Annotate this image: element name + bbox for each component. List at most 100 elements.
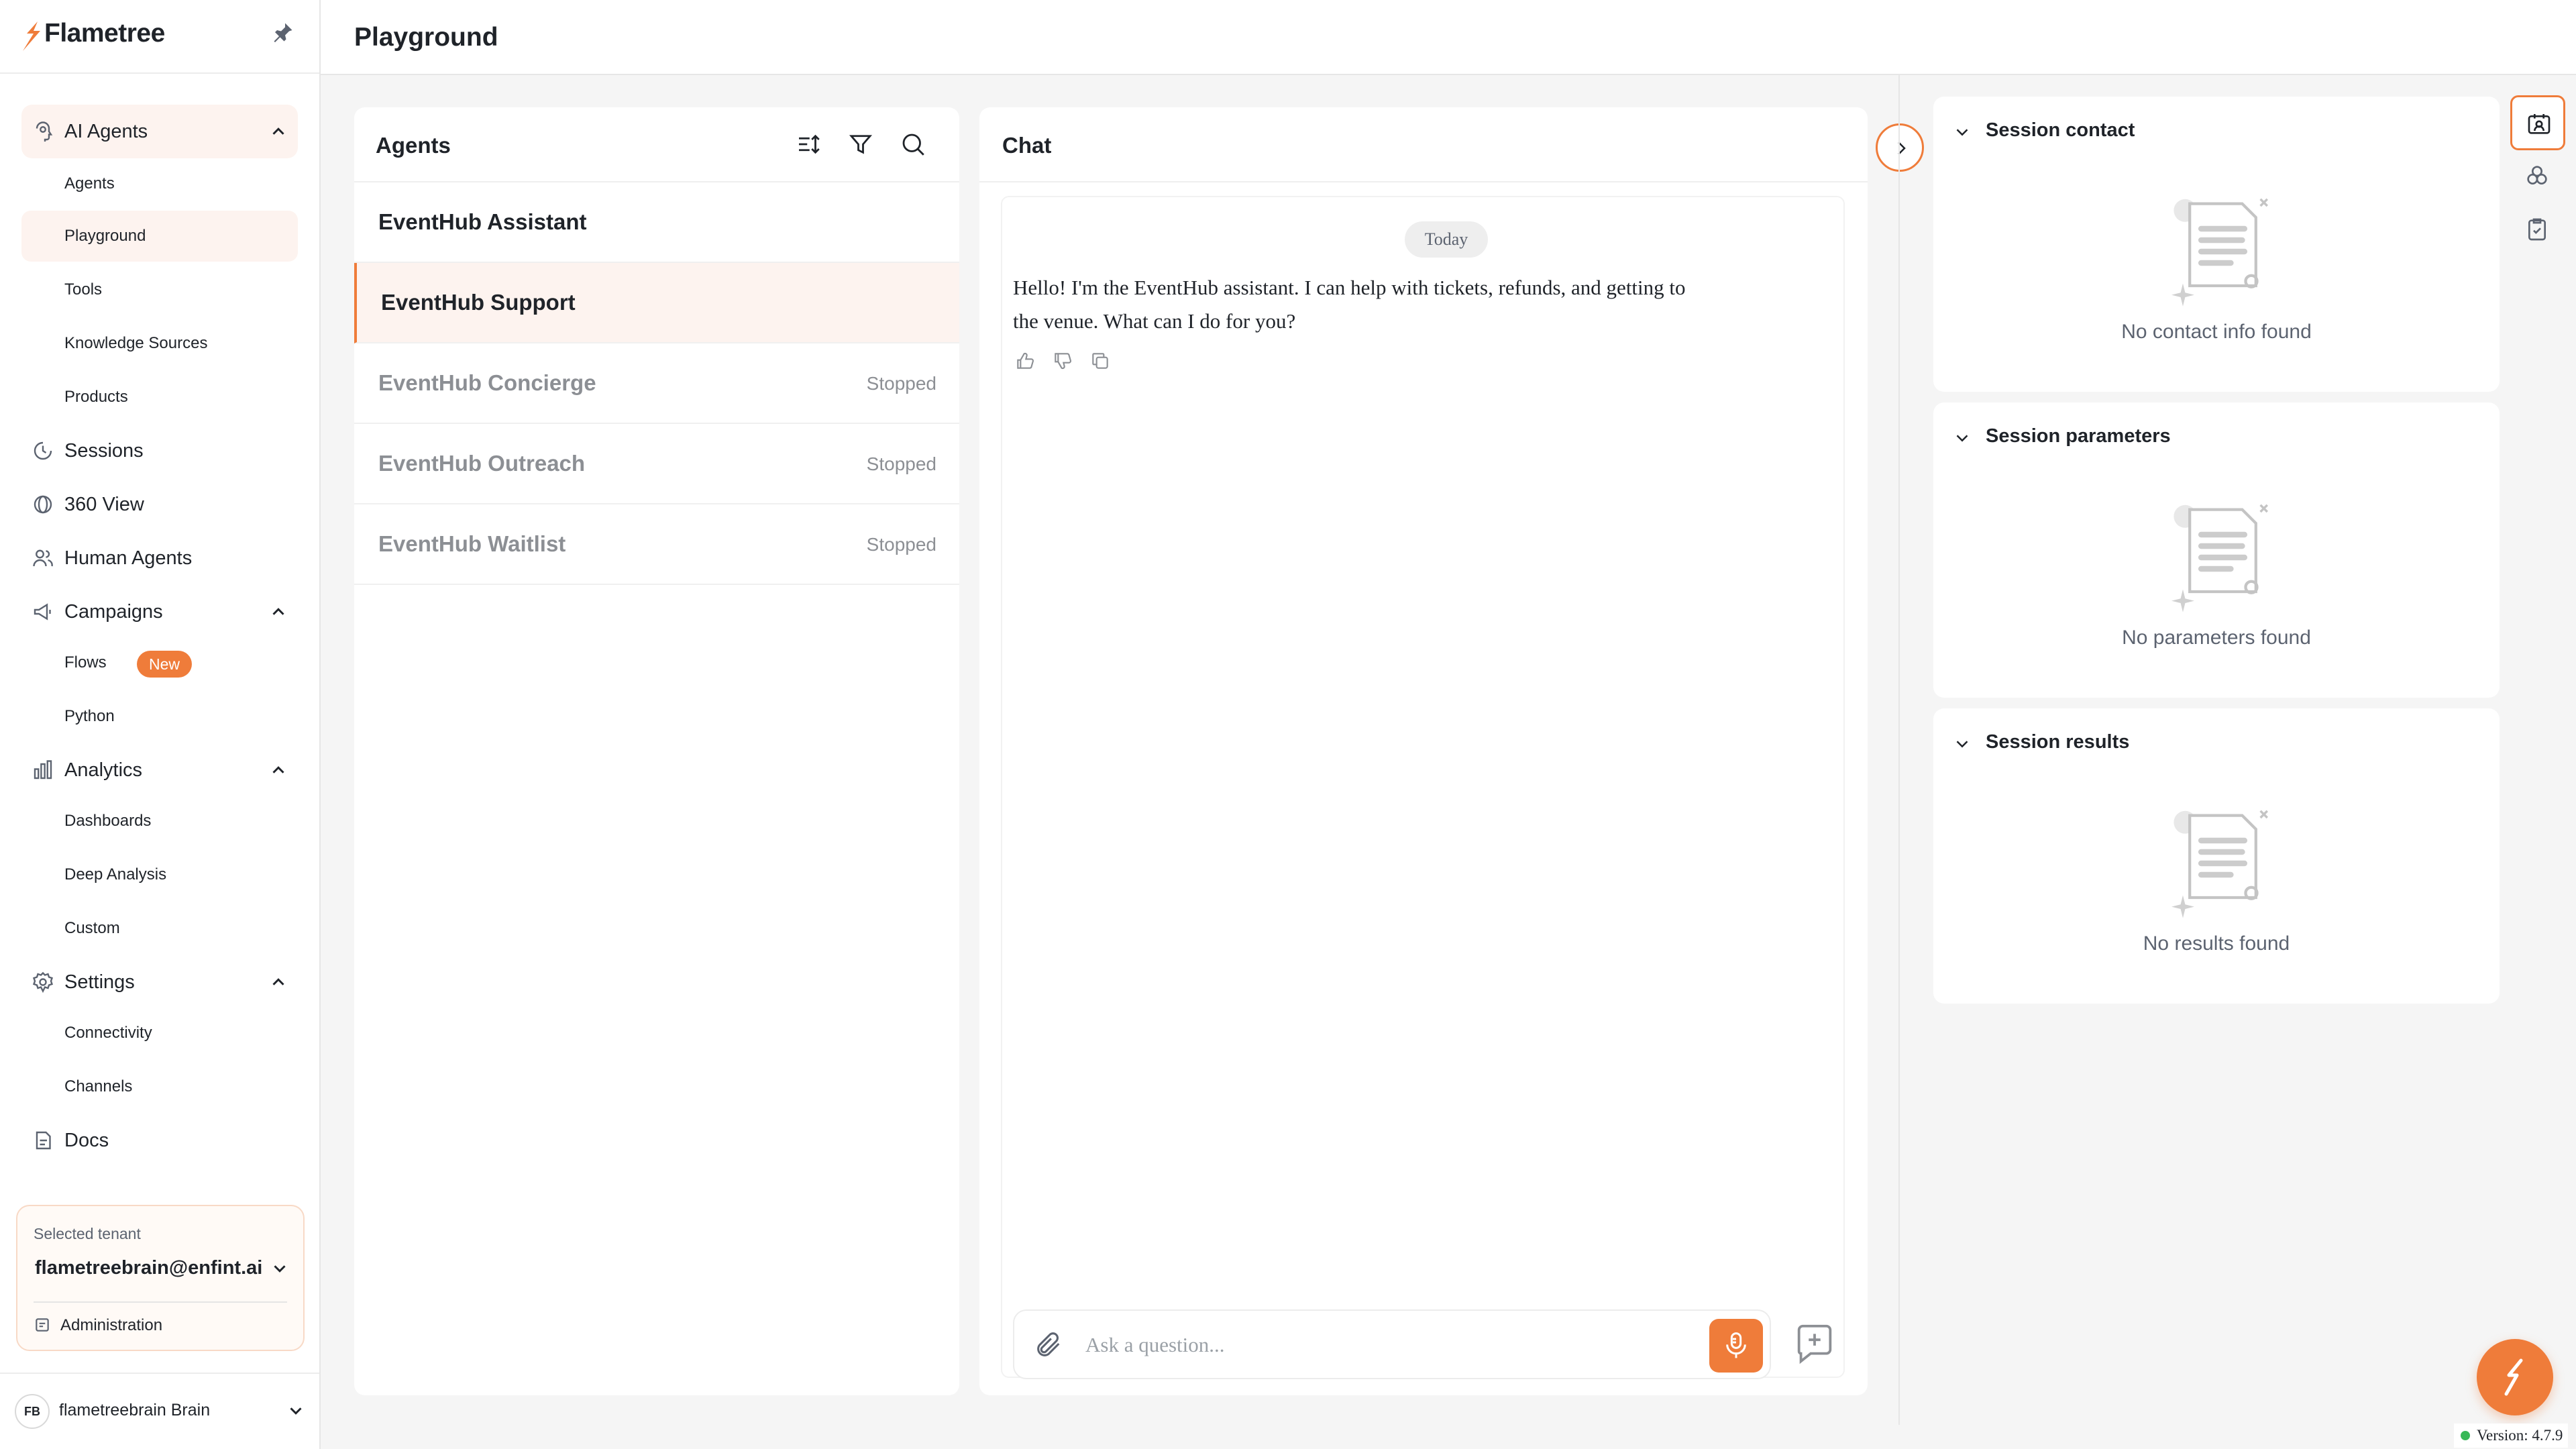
docs-icon xyxy=(36,1131,51,1150)
users-icon xyxy=(33,549,53,567)
agent-row[interactable]: EventHub Concierge Stopped xyxy=(354,343,959,424)
nav-label: AI Agents xyxy=(64,120,148,142)
version-text: Version: 4.7.9 xyxy=(2477,1427,2563,1444)
contact-card-icon xyxy=(2528,114,2551,134)
microphone-icon xyxy=(1726,1332,1746,1358)
chevron-up-icon[interactable] xyxy=(268,121,288,142)
search-icon[interactable] xyxy=(899,130,927,158)
flametree-logo-icon xyxy=(2504,1358,2523,1396)
pin-icon[interactable] xyxy=(271,20,295,44)
sidebar-item-python[interactable]: Python xyxy=(21,691,298,742)
nav-label: Sessions xyxy=(64,439,144,462)
sidebar-item-deep-analysis[interactable]: Deep Analysis xyxy=(21,849,298,900)
chat-header: Chat xyxy=(979,107,1868,182)
agent-name: EventHub Support xyxy=(381,290,576,315)
chevron-down-icon[interactable] xyxy=(1952,734,1972,754)
sub-label: Connectivity xyxy=(64,1024,152,1042)
chat-title: Chat xyxy=(1002,133,1052,158)
day-separator: Today xyxy=(1405,221,1488,258)
new-chat-icon[interactable] xyxy=(1791,1320,1838,1367)
chevron-up-icon[interactable] xyxy=(268,972,288,992)
sub-label: Playground xyxy=(64,227,146,245)
sidebar-item-agents[interactable]: Agents xyxy=(21,158,298,209)
app-logo-text: Flametree xyxy=(44,19,165,48)
tenant-caption: Selected tenant xyxy=(34,1225,141,1242)
agents-panel-title: Agents xyxy=(376,133,451,158)
chat-input[interactable] xyxy=(1085,1326,1656,1364)
megaphone-icon xyxy=(34,603,51,621)
sidebar-item-channels[interactable]: Channels xyxy=(21,1061,298,1112)
voice-input-button[interactable] xyxy=(1709,1319,1763,1373)
rail-parameters-button[interactable] xyxy=(2510,149,2565,204)
thumbs-up-icon[interactable] xyxy=(1014,350,1036,372)
tenant-selector[interactable]: Selected tenant flametreebrain@enfint.ai… xyxy=(16,1205,305,1351)
agent-row[interactable]: EventHub Waitlist Stopped xyxy=(354,504,959,585)
sidebar-item-tools[interactable]: Tools xyxy=(21,264,298,315)
chevron-down-icon[interactable] xyxy=(270,1258,290,1279)
sub-label: Python xyxy=(64,707,115,725)
session-parameters-card: Session parameters No parameters found xyxy=(1933,402,2500,698)
version-badge: Version: 4.7.9 xyxy=(2454,1424,2569,1448)
filter-icon[interactable] xyxy=(847,130,875,158)
nav-human-agents[interactable]: Human Agents xyxy=(21,531,298,585)
nav-settings[interactable]: Settings xyxy=(21,955,298,1009)
clock-icon xyxy=(34,441,52,460)
empty-state-text: No parameters found xyxy=(2122,627,2311,649)
agent-status: Stopped xyxy=(866,534,936,555)
tenant-name[interactable]: flametreebrain@enfint.ai xyxy=(35,1257,262,1279)
sidebar-item-dashboards[interactable]: Dashboards xyxy=(21,796,298,847)
sidebar-item-connectivity[interactable]: Connectivity xyxy=(21,1008,298,1059)
rail-results-button[interactable] xyxy=(2510,203,2565,258)
agent-row[interactable]: EventHub Outreach Stopped xyxy=(354,424,959,504)
copy-icon[interactable] xyxy=(1089,350,1111,372)
agent-row[interactable]: EventHub Assistant xyxy=(354,182,959,263)
sub-label: Flows xyxy=(64,653,107,672)
avatar: FB xyxy=(15,1394,50,1429)
status-dot xyxy=(2461,1431,2470,1440)
sidebar-item-playground[interactable]: Playground xyxy=(21,211,298,262)
card-title: Session results xyxy=(1986,731,2130,753)
chevron-down-icon[interactable] xyxy=(286,1401,306,1421)
sidebar-item-products[interactable]: Products xyxy=(21,372,298,423)
administration-link[interactable]: Administration xyxy=(60,1316,162,1335)
chevron-down-icon[interactable] xyxy=(1952,428,1972,448)
divider xyxy=(34,1301,287,1303)
bar-chart-icon xyxy=(34,760,52,780)
rail-contact-button[interactable] xyxy=(2510,95,2565,150)
sub-label: Channels xyxy=(64,1077,133,1095)
empty-state-text: No results found xyxy=(2143,932,2290,955)
nav-campaigns[interactable]: Campaigns xyxy=(21,585,298,639)
assistant-fab-button[interactable] xyxy=(2477,1339,2553,1415)
agent-name: EventHub Concierge xyxy=(378,370,596,395)
nav-ai-agents[interactable]: AI Agents xyxy=(21,105,298,158)
chat-thread[interactable]: Today Hello! I'm the EventHub assistant.… xyxy=(1001,196,1845,1379)
agents-panel-header: Agents xyxy=(354,107,959,182)
nav-analytics[interactable]: Analytics xyxy=(21,743,298,797)
paperclip-icon[interactable] xyxy=(1033,1330,1064,1360)
collapse-panel-button[interactable] xyxy=(1876,123,1924,172)
agent-name: EventHub Outreach xyxy=(378,451,586,476)
sub-label: Dashboards xyxy=(64,812,152,830)
chevron-up-icon[interactable] xyxy=(268,760,288,780)
nav-docs[interactable]: Docs xyxy=(21,1114,298,1167)
nav-label: Campaigns xyxy=(64,600,163,623)
chevron-down-icon[interactable] xyxy=(1952,122,1972,142)
chevron-up-icon[interactable] xyxy=(268,602,288,622)
sidebar: Flametree AI Agents Agents Playground To… xyxy=(0,0,321,1449)
sidebar-item-flows[interactable]: Flows New xyxy=(21,637,298,688)
nav-sessions[interactable]: Sessions xyxy=(21,424,298,478)
empty-state-text: No contact info found xyxy=(2121,321,2312,343)
sub-label: Tools xyxy=(64,280,103,299)
sidebar-item-knowledge-sources[interactable]: Knowledge Sources xyxy=(21,318,298,369)
page-header: Playground xyxy=(321,0,2576,75)
nav-360-view[interactable]: 360 View xyxy=(21,478,298,531)
sort-icon[interactable] xyxy=(794,130,822,158)
thumbs-down-icon[interactable] xyxy=(1052,350,1073,372)
user-menu[interactable]: FB flametreebrain Brain xyxy=(0,1373,319,1449)
sidebar-item-custom[interactable]: Custom xyxy=(21,903,298,954)
agent-row-selected[interactable]: EventHub Support xyxy=(354,263,959,343)
nav-label: Settings xyxy=(64,971,135,993)
sub-label: Products xyxy=(64,388,128,406)
agent-name: EventHub Waitlist xyxy=(378,531,566,556)
administration-icon xyxy=(36,1318,49,1332)
